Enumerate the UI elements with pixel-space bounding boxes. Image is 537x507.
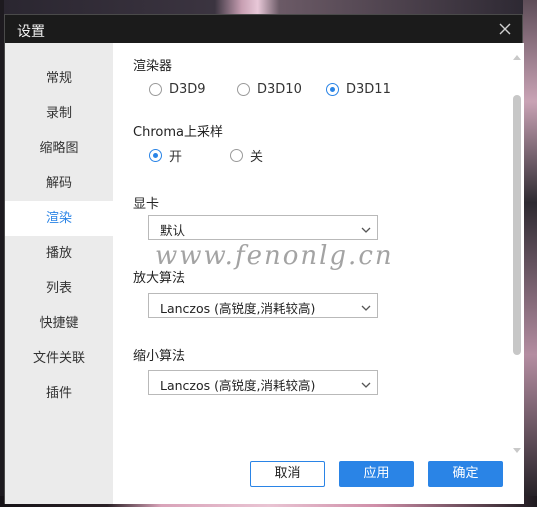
radio-chroma-on[interactable]: 开	[149, 147, 183, 165]
radio-renderer-d3d11[interactable]: D3D11	[326, 81, 391, 97]
cancel-button[interactable]: 取消	[250, 461, 325, 487]
sidebar-item-hotkeys[interactable]: 快捷键	[5, 306, 113, 341]
radio-label: D3D9	[169, 81, 206, 97]
ok-button[interactable]: 确定	[428, 461, 503, 487]
close-icon[interactable]	[496, 20, 514, 38]
gpu-section-title: 显卡	[133, 197, 160, 212]
apply-button[interactable]: 应用	[339, 461, 414, 487]
vertical-scrollbar[interactable]	[513, 49, 521, 453]
background-strip-top	[0, 0, 537, 14]
radio-indicator	[149, 148, 162, 162]
chevron-down-icon	[361, 378, 371, 388]
radio-chroma-off[interactable]: 关	[230, 147, 264, 165]
settings-dialog: 设置 常规 录制 缩略图 解码 渲染 播放 列表 快捷键 文件关联 插件 渲染器…	[4, 14, 524, 504]
radio-renderer-d3d10[interactable]: D3D10	[237, 81, 302, 97]
radio-label: 关	[250, 149, 264, 165]
sidebar-item-file-association[interactable]: 文件关联	[5, 341, 113, 376]
sidebar-item-render[interactable]: 渲染	[5, 201, 113, 236]
radio-indicator	[326, 82, 339, 96]
title-bar[interactable]: 设置	[5, 15, 522, 43]
sidebar-item-playlist[interactable]: 列表	[5, 271, 113, 306]
chevron-down-icon	[361, 223, 371, 233]
upscale-algorithm-select[interactable]: Lanczos (高锐度,消耗较高)	[148, 293, 378, 318]
select-value: Lanczos (高锐度,消耗较高)	[160, 301, 316, 316]
downscale-algorithm-select[interactable]: Lanczos (高锐度,消耗较高)	[148, 370, 378, 395]
gpu-select[interactable]: 默认	[148, 215, 378, 240]
select-value: 默认	[160, 223, 186, 238]
settings-content: 渲染器 D3D9 D3D10 D3D11 Chroma上采样 开 关 显卡 默认	[113, 43, 524, 504]
scroll-down-icon[interactable]	[513, 443, 521, 453]
radio-indicator	[149, 82, 162, 96]
watermark-text: www.fenonlg.cn	[155, 241, 394, 271]
sidebar-item-plugins[interactable]: 插件	[5, 376, 113, 411]
radio-indicator	[237, 82, 250, 96]
radio-renderer-d3d9[interactable]: D3D9	[149, 81, 206, 97]
chevron-down-icon	[361, 301, 371, 311]
scrollbar-thumb[interactable]	[513, 95, 521, 355]
select-value: Lanczos (高锐度,消耗较高)	[160, 378, 316, 393]
dialog-title: 设置	[17, 24, 45, 40]
sidebar: 常规 录制 缩略图 解码 渲染 播放 列表 快捷键 文件关联 插件	[5, 43, 113, 504]
radio-label: D3D10	[257, 81, 302, 97]
sidebar-item-decode[interactable]: 解码	[5, 166, 113, 201]
chroma-section-title: Chroma上采样	[133, 125, 223, 140]
downscale-section-title: 缩小算法	[133, 349, 186, 364]
radio-label: 开	[169, 149, 183, 165]
radio-indicator	[230, 148, 243, 162]
sidebar-item-playback[interactable]: 播放	[5, 236, 113, 271]
sidebar-item-thumbnail[interactable]: 缩略图	[5, 131, 113, 166]
sidebar-item-general[interactable]: 常规	[5, 61, 113, 96]
background-strip-right	[523, 0, 537, 507]
scroll-up-icon[interactable]	[513, 49, 521, 60]
renderer-section-title: 渲染器	[133, 59, 173, 74]
radio-label: D3D11	[346, 81, 391, 97]
sidebar-item-record[interactable]: 录制	[5, 96, 113, 131]
